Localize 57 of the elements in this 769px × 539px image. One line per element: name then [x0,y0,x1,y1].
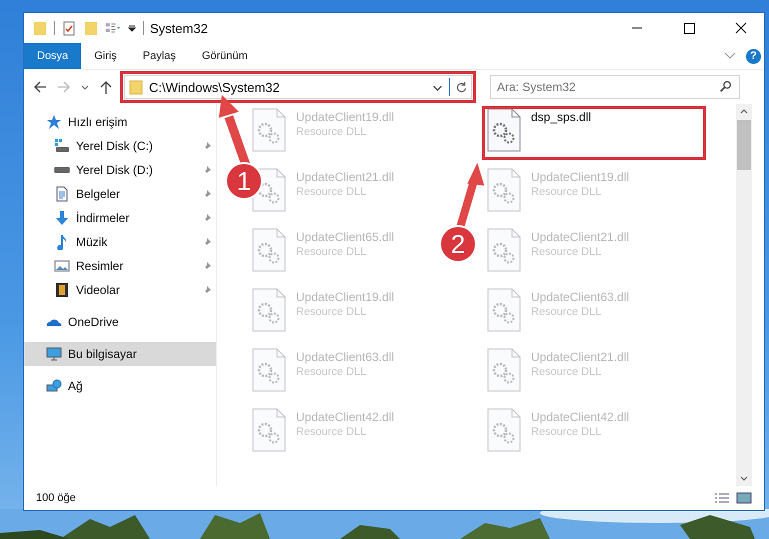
pictures-icon [54,258,70,274]
document-icon [54,186,70,202]
up-arrow-icon[interactable] [98,79,114,95]
dll-file-icon [487,228,521,272]
folder-icon [128,79,144,95]
folder-icon [32,20,48,36]
large-icons-view-icon[interactable] [736,492,752,504]
nav-item[interactable]: Yerel Disk (D:) [24,158,216,182]
dll-file-icon [252,228,286,272]
dll-file-icon [252,348,286,392]
monitor-icon [46,346,62,362]
file-name[interactable]: dsp_sps.dll [531,110,592,124]
dll-file-icon [487,108,521,152]
dll-file-icon [487,168,521,212]
ribbon-tab[interactable]: Dosya [24,43,82,69]
dll-file-icon [252,408,286,452]
step-number: 1 [227,164,261,198]
details-view-icon[interactable] [714,492,730,504]
annotation-arrow [456,162,484,228]
star-icon [46,114,62,130]
film-icon [54,282,70,298]
nav-item[interactable]: Ağ [24,374,216,398]
refresh-icon[interactable] [455,80,468,94]
dropdown-icon[interactable] [127,23,137,33]
properties-icon[interactable] [61,20,77,36]
dll-file-icon [252,288,286,332]
nav-item[interactable]: Videolar [24,278,216,302]
ribbon-tab[interactable]: Giriş [81,43,130,69]
scrollbar[interactable] [736,104,752,486]
nav-item[interactable]: İndirmeler [24,206,216,230]
network-icon [46,378,62,394]
dll-file-icon [252,108,286,152]
help-icon[interactable]: ? [746,48,761,64]
nav-item[interactable]: Yerel Disk (C:) [24,134,216,158]
window-title: System32 [150,20,208,36]
ribbon-tab[interactable]: Görünüm [188,43,261,69]
nav-item[interactable]: Müzik [24,230,216,254]
address-path: C:\Windows\System32 [149,80,281,94]
chevron-icon[interactable] [724,52,736,60]
back-arrow-icon[interactable] [32,79,48,95]
dll-file-icon [487,288,521,332]
dll-file-icon [487,348,521,392]
item-count: 100 öğe [36,492,76,504]
nav-item[interactable]: Bu bilgisayar [24,342,216,366]
download-icon [54,210,70,226]
dll-file-icon [487,408,521,452]
drive-icon [54,138,70,154]
search-field[interactable]: Ara: System32 [490,75,740,99]
search-icon [719,80,732,93]
nav-item[interactable]: Resimler [24,254,216,278]
nav-item[interactable]: OneDrive [24,310,216,334]
step-number: 2 [441,227,475,261]
nav-item[interactable]: Hızlı erişim [24,110,216,134]
drive-icon [54,167,70,173]
ribbon-tab[interactable]: Paylaş [130,43,189,69]
scrollbar-thumb[interactable] [737,120,751,170]
nav-item[interactable]: Belgeler [24,182,216,206]
